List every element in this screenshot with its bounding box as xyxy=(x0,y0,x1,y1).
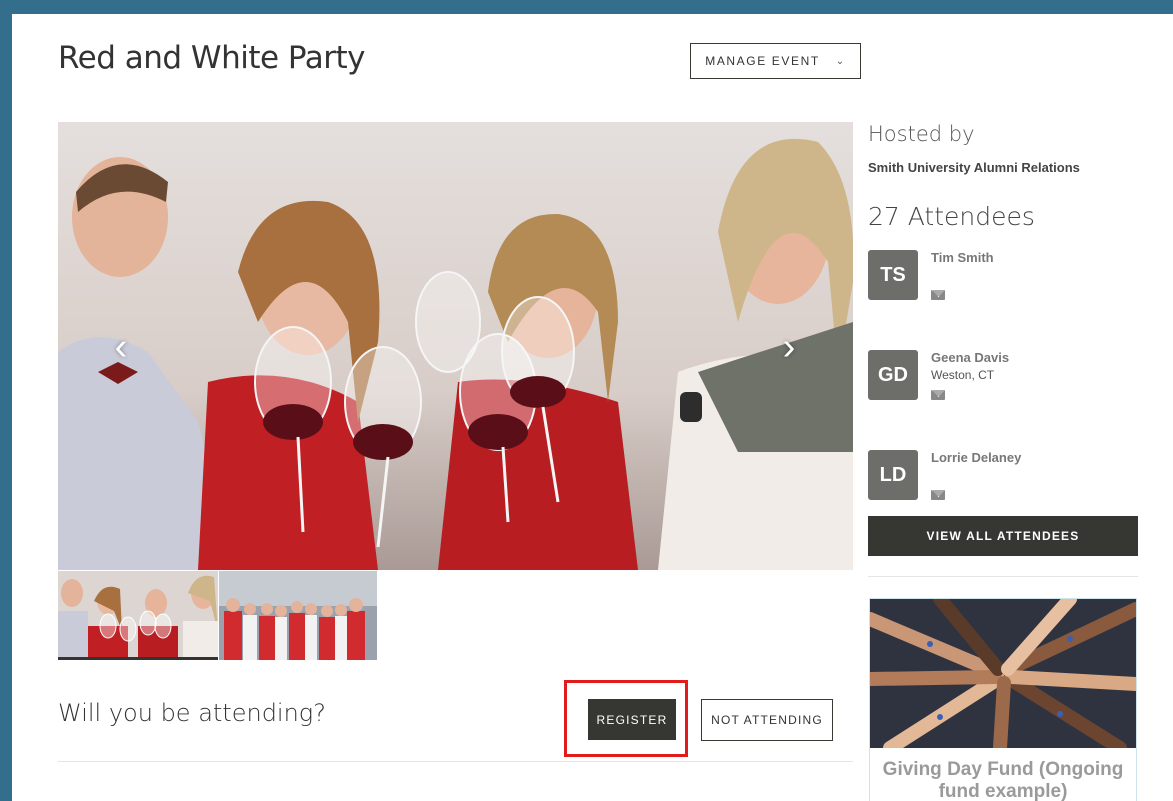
mail-icon[interactable] xyxy=(931,290,945,300)
manage-event-button[interactable]: MANAGE EVENT ⌄ xyxy=(690,43,861,79)
fund-title: Giving Day Fund (Ongoing fund example) xyxy=(882,759,1124,801)
attendee-item: GD Geena Davis Weston, CT xyxy=(868,350,1138,420)
attendee-name[interactable]: Tim Smith xyxy=(931,250,994,265)
thumbnail-image xyxy=(58,571,218,657)
chevron-right-icon: › xyxy=(782,325,796,368)
fund-card[interactable]: Giving Day Fund (Ongoing fund example) xyxy=(869,598,1137,801)
attendee-item: LD Lorrie Delaney xyxy=(868,450,1138,520)
event-page: Red and White Party MANAGE EVENT ⌄ ‹ › W… xyxy=(12,14,1173,801)
gallery-thumbnail[interactable] xyxy=(58,571,218,660)
avatar[interactable]: TS xyxy=(868,250,918,300)
mail-icon[interactable] xyxy=(931,390,945,400)
party-photo xyxy=(58,122,853,570)
attendee-name[interactable]: Geena Davis xyxy=(931,350,1009,365)
page-title: Red and White Party xyxy=(58,40,365,76)
host-name: Smith University Alumni Relations xyxy=(868,160,1080,175)
register-button[interactable]: REGISTER xyxy=(588,699,676,740)
attendee-name[interactable]: Lorrie Delaney xyxy=(931,450,1021,465)
carousel-next-button[interactable]: › xyxy=(774,325,804,368)
thumbnail-image xyxy=(219,571,377,660)
fund-image xyxy=(870,599,1136,748)
divider xyxy=(868,576,1138,577)
attendees-heading: 27 Attendees xyxy=(868,202,1035,231)
mail-icon[interactable] xyxy=(931,490,945,500)
gallery-thumbnail[interactable] xyxy=(219,571,377,660)
carousel-prev-button[interactable]: ‹ xyxy=(106,325,136,368)
hosted-by-heading: Hosted by xyxy=(868,122,975,146)
chevron-left-icon: ‹ xyxy=(114,325,128,368)
attendee-location: Weston, CT xyxy=(931,368,995,382)
divider xyxy=(58,761,853,762)
avatar[interactable]: LD xyxy=(868,450,918,500)
attendee-item: TS Tim Smith xyxy=(868,250,1138,320)
not-attending-button[interactable]: NOT ATTENDING xyxy=(701,699,833,741)
event-photo-carousel: ‹ › xyxy=(58,122,853,570)
chevron-down-icon: ⌄ xyxy=(835,55,846,67)
manage-event-label: MANAGE EVENT xyxy=(705,54,820,68)
avatar[interactable]: GD xyxy=(868,350,918,400)
view-all-attendees-button[interactable]: VIEW ALL ATTENDEES xyxy=(868,516,1138,556)
rsvp-question: Will you be attending? xyxy=(58,699,326,727)
